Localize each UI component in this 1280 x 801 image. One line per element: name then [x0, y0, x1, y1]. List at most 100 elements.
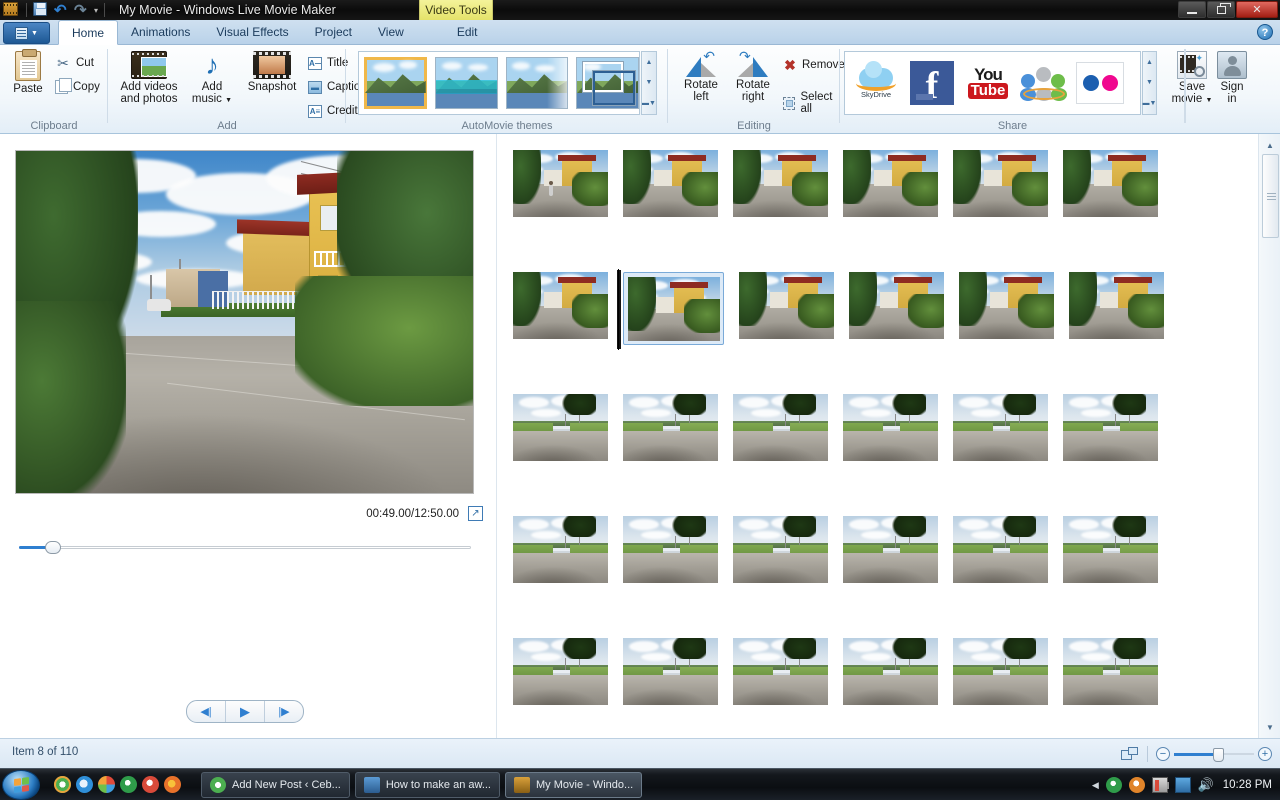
storyboard-clip[interactable] — [623, 516, 718, 583]
storyboard-clip[interactable] — [959, 272, 1054, 339]
rotate-left-button[interactable]: ↶ Rotate left — [676, 51, 726, 103]
show-hidden-icons-chevron-icon[interactable]: ◀ — [1092, 780, 1099, 791]
storyboard-clip[interactable] — [1063, 394, 1158, 461]
rotate-right-button[interactable]: ↷ Rotate right — [728, 51, 778, 103]
app-menu-icon[interactable] — [3, 2, 20, 18]
scroll-up-icon[interactable]: ▲ — [1259, 136, 1280, 154]
seek-bar[interactable] — [19, 541, 471, 553]
cut-button[interactable]: ✂ Cut — [55, 53, 100, 73]
undo-icon[interactable]: ↶ — [54, 3, 70, 18]
theme-item-contemporary[interactable] — [435, 57, 498, 109]
close-button[interactable]: ✕ — [1236, 1, 1278, 18]
storyboard-clip[interactable] — [1069, 272, 1164, 339]
storyboard-clip[interactable] — [843, 638, 938, 705]
theme-gallery-scrollbar[interactable]: ▲ ▼ ▬▼ — [641, 51, 657, 115]
sign-in-button[interactable]: Sign in — [1203, 51, 1261, 105]
storyboard-scrollbar[interactable]: ▲ ▼ — [1258, 134, 1280, 738]
seek-handle[interactable] — [45, 541, 61, 554]
storyboard-clip[interactable] — [623, 394, 718, 461]
zoom-out-button[interactable]: − — [1156, 747, 1170, 761]
help-icon[interactable]: ? — [1257, 24, 1273, 40]
avast-icon[interactable] — [142, 776, 159, 793]
storyboard-clip[interactable] — [843, 394, 938, 461]
volume-icon[interactable]: 🔊 — [1198, 777, 1214, 793]
start-button[interactable] — [2, 770, 40, 800]
preview-monitor[interactable] — [15, 150, 474, 494]
tab-animations[interactable]: Animations — [118, 20, 203, 45]
storyboard-clip[interactable] — [843, 516, 938, 583]
battery-icon[interactable] — [1152, 777, 1168, 793]
storyboard-clip[interactable] — [733, 150, 828, 217]
storyboard-clip[interactable] — [513, 394, 608, 461]
storyboard-clip[interactable] — [953, 638, 1048, 705]
storyboard-clip[interactable] — [953, 394, 1048, 461]
share-windows-live-groups-button[interactable] — [1019, 57, 1069, 109]
share-skydrive-button[interactable]: SkyDrive — [851, 57, 901, 109]
storyboard-clip[interactable] — [733, 516, 828, 583]
select-all-button[interactable]: Select all — [783, 93, 845, 113]
share-gallery-scrollbar[interactable]: ▲ ▼ ▬▼ — [1142, 51, 1157, 115]
zoom-slider[interactable] — [1174, 748, 1254, 760]
storyboard-clip[interactable] — [623, 150, 718, 217]
storyboard-clip[interactable] — [953, 150, 1048, 217]
storyboard-clip[interactable] — [1063, 638, 1158, 705]
previous-frame-button[interactable]: ◀| — [187, 701, 225, 722]
storyboard-clip[interactable] — [733, 394, 828, 461]
theme-item-cinematic[interactable] — [506, 57, 569, 109]
network-icon[interactable] — [1175, 777, 1191, 793]
scrollbar-thumb[interactable] — [1262, 154, 1279, 238]
snapshot-button[interactable]: Snapshot — [240, 51, 304, 93]
redo-icon[interactable]: ↷ — [74, 3, 90, 18]
seek-track[interactable] — [19, 546, 471, 549]
scroll-down-icon[interactable]: ▼ — [1259, 718, 1280, 736]
save-icon[interactable] — [33, 2, 50, 18]
scroll-down-icon[interactable]: ▼ — [646, 79, 653, 86]
copy-button[interactable]: Copy — [55, 77, 100, 97]
gallery-more-icon[interactable]: ▬▼ — [1143, 100, 1157, 107]
firefox-icon[interactable] — [164, 776, 181, 793]
utorrent-icon[interactable] — [120, 776, 137, 793]
storyboard-clip[interactable] — [513, 272, 608, 339]
tab-visual-effects[interactable]: Visual Effects — [203, 20, 301, 45]
theme-item-pan-and-zoom[interactable] — [576, 57, 639, 109]
fullscreen-icon[interactable]: ↗ — [468, 506, 483, 521]
storyboard-clip[interactable] — [513, 516, 608, 583]
storyboard-clip[interactable] — [513, 638, 608, 705]
utorrent-tray-icon[interactable] — [1106, 777, 1122, 793]
gallery-more-icon[interactable]: ▬▼ — [642, 100, 656, 107]
storyboard-clip[interactable] — [843, 150, 938, 217]
share-youtube-button[interactable]: You Tube — [963, 57, 1013, 109]
scroll-up-icon[interactable]: ▲ — [646, 59, 653, 66]
storyboard-clip[interactable] — [623, 638, 718, 705]
avast-tray-icon[interactable] — [1129, 777, 1145, 793]
storyboard-clip[interactable] — [739, 272, 834, 339]
scroll-up-icon[interactable]: ▲ — [1146, 59, 1153, 66]
add-music-button[interactable]: ♪ Add music ▼ — [188, 51, 236, 107]
storyboard-clip[interactable] — [733, 638, 828, 705]
storyboard-pane[interactable]: ▲ ▼ — [498, 134, 1280, 738]
chrome-icon[interactable] — [54, 776, 71, 793]
zoom-handle[interactable] — [1213, 748, 1224, 762]
taskbar-window-button[interactable]: How to make an aw... — [355, 772, 500, 798]
storyboard-view-icon[interactable] — [1121, 747, 1139, 762]
restore-button[interactable] — [1207, 1, 1235, 18]
storyboard-clip[interactable] — [849, 272, 944, 339]
file-menu-button[interactable]: ▼ — [3, 22, 50, 44]
playhead-indicator[interactable] — [617, 270, 621, 349]
minimize-button[interactable] — [1178, 1, 1206, 18]
share-facebook-button[interactable]: f — [907, 57, 957, 109]
taskbar-window-button[interactable]: My Movie - Windo... — [505, 772, 642, 798]
storyboard-clip[interactable] — [953, 516, 1048, 583]
remove-button[interactable]: ✖ Remove — [783, 55, 845, 75]
paste-button[interactable]: Paste — [8, 51, 48, 95]
storyboard-clip-selected[interactable] — [623, 272, 724, 345]
theme-item-no-theme[interactable] — [364, 57, 427, 109]
tab-edit[interactable]: Edit — [444, 20, 491, 45]
storyboard-clip[interactable] — [1063, 516, 1158, 583]
customize-quick-access-chevron-down-icon[interactable]: ▾ — [94, 6, 98, 15]
next-frame-button[interactable]: |▶ — [265, 701, 303, 722]
media-player-icon[interactable] — [98, 776, 115, 793]
share-flickr-button[interactable] — [1075, 57, 1125, 109]
taskbar-window-button[interactable]: Add New Post ‹ Ceb... — [201, 772, 350, 798]
zoom-in-button[interactable]: + — [1258, 747, 1272, 761]
